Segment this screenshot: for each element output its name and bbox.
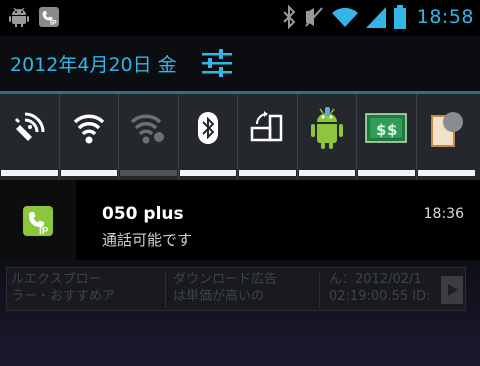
background-next-arrow-icon: [441, 276, 463, 304]
toggle-auto-rotate[interactable]: [238, 94, 298, 180]
toggle-indicator: [120, 170, 177, 176]
battery-icon: [393, 4, 407, 30]
notepad-icon: [429, 112, 464, 152]
money-icon: $ $: [364, 112, 408, 148]
toggle-indicator: [239, 170, 296, 176]
toggle-indicator: [1, 170, 58, 176]
toggle-other[interactable]: [417, 94, 477, 180]
status-bar: IP 18:58: [0, 0, 480, 36]
notification-title: 050 plus: [102, 204, 184, 224]
background-divider: [319, 272, 320, 308]
svg-text:$: $: [376, 121, 386, 139]
toggle-indicator: [358, 170, 415, 176]
bluetooth-icon: [281, 4, 297, 30]
background-text-col3: ん：2012/02/1 02:19:00.55 ID:: [329, 272, 431, 304]
background-app-banner: ルエクスプロー ラー・おすすめア ダウンロード広告 は単価が高いの ん：2012…: [6, 267, 466, 311]
cell-signal-icon: [365, 5, 387, 29]
gps-icon: [11, 110, 47, 150]
svg-text:IP: IP: [39, 226, 49, 237]
svg-text:$: $: [387, 121, 397, 139]
notification-header: 2012年4月20日 金: [0, 36, 480, 91]
ip-phone-icon: IP: [0, 180, 76, 260]
wifi-hotspot-icon: [129, 110, 167, 150]
background-app: ルエクスプロー ラー・おすすめア ダウンロード広告 は単価が高いの ん：2012…: [0, 260, 480, 366]
quick-settings-icon[interactable]: [200, 48, 234, 78]
notification-time: 18:36: [423, 206, 464, 222]
toggle-indicator: [179, 170, 236, 176]
wifi-signal-icon: [331, 5, 359, 29]
android-icon: [308, 106, 346, 154]
notification-text: 通話可能です: [102, 231, 193, 249]
bluetooth-icon: [195, 110, 221, 150]
toggle-indicator: [298, 170, 355, 176]
toggle-wifi[interactable]: [60, 94, 119, 180]
toggle-usb-debugging[interactable]: [298, 94, 357, 180]
background-text-col2: ダウンロード広告 は単価が高いの: [173, 272, 278, 304]
background-text-col1: ルエクスプロー ラー・おすすめア: [11, 272, 116, 304]
notification-item[interactable]: IP 050 plus 通話可能です 18:36: [0, 180, 480, 260]
svg-text:IP: IP: [50, 20, 57, 27]
quick-toggle-bar: $ $: [0, 94, 480, 180]
ip-phone-app-icon: IP: [38, 6, 60, 28]
toggle-indicator: [417, 170, 475, 176]
toggle-indicator: [60, 170, 117, 176]
status-time: 18:58: [416, 6, 474, 28]
rotate-icon: [249, 110, 285, 150]
toggle-wifi-hotspot[interactable]: [119, 94, 179, 180]
vibrate-mute-icon: [303, 4, 325, 30]
wifi-icon: [71, 110, 107, 150]
background-divider: [165, 272, 166, 308]
date-label: 2012年4月20日 金: [10, 54, 177, 76]
toggle-bluetooth[interactable]: [179, 94, 238, 180]
android-debug-icon: [8, 6, 30, 28]
toggle-money[interactable]: $ $: [357, 94, 417, 180]
toggle-gps[interactable]: [0, 94, 60, 180]
